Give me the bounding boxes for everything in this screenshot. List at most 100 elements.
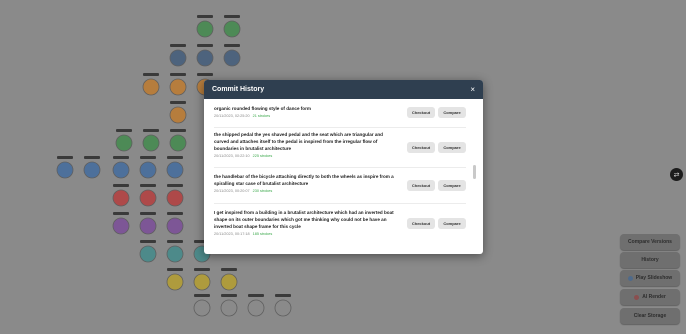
node-label (167, 156, 183, 159)
checkout-button[interactable]: Checkout (407, 107, 435, 118)
compare-button[interactable]: Compare (438, 107, 466, 118)
compare-button[interactable]: Compare (438, 218, 466, 229)
graph-node[interactable] (196, 20, 214, 38)
ai-render-label: AI Render (642, 294, 666, 300)
graph-node[interactable] (112, 217, 130, 235)
graph-node[interactable] (166, 217, 184, 235)
graph-node[interactable] (274, 299, 292, 317)
node-label (197, 44, 213, 47)
graph-node[interactable] (166, 161, 184, 179)
graph-node[interactable] (169, 134, 187, 152)
graph-node[interactable] (166, 273, 184, 291)
node-label (140, 156, 156, 159)
node-label (113, 156, 129, 159)
graph-node[interactable] (139, 217, 157, 235)
sparkle-icon (634, 294, 640, 300)
node-label (197, 73, 213, 76)
checkout-button[interactable]: Checkout (407, 142, 435, 153)
checkout-button[interactable]: Checkout (407, 218, 435, 229)
commit-actions: Checkout Compare (407, 142, 466, 153)
commit-list[interactable]: organic rounded flowing style of dance f… (204, 99, 483, 254)
node-label (221, 294, 237, 297)
graph-node[interactable] (139, 189, 157, 207)
close-icon[interactable]: × (470, 85, 475, 94)
graph-node[interactable] (193, 299, 211, 317)
node-label (140, 212, 156, 215)
ai-render-button[interactable]: AI Render (620, 289, 680, 305)
play-icon (627, 275, 633, 281)
node-label (221, 268, 237, 271)
history-button[interactable]: History (620, 252, 680, 268)
compare-button[interactable]: Compare (438, 180, 466, 191)
commit-meta: 20/11/2023, 00:17:18 185 strokes (214, 232, 466, 236)
node-label (194, 268, 210, 271)
commit-timestamp: 20/11/2023, 00:20:07 (214, 189, 250, 193)
commit-item: the handlebar of the bicycle attaching d… (214, 173, 466, 204)
commit-message: I get inspired from a building in a brut… (214, 210, 394, 229)
graph-node[interactable] (139, 161, 157, 179)
graph-node[interactable] (247, 299, 265, 317)
commit-strokes: 225 strokes (252, 154, 273, 158)
commit-message: the shipped pedal the yes shaved pedal a… (214, 132, 383, 151)
clear-storage-button[interactable]: Clear Storage (620, 308, 680, 324)
graph-node[interactable] (112, 189, 130, 207)
graph-node[interactable] (169, 106, 187, 124)
graph-node[interactable] (196, 49, 214, 67)
node-label (140, 240, 156, 243)
node-label (170, 73, 186, 76)
node-label (224, 44, 240, 47)
node-label (248, 294, 264, 297)
node-label (143, 129, 159, 132)
node-label (275, 294, 291, 297)
graph-node[interactable] (142, 78, 160, 96)
graph-node[interactable] (139, 245, 157, 263)
graph-node[interactable] (115, 134, 133, 152)
graph-node[interactable] (223, 20, 241, 38)
node-label (170, 129, 186, 132)
checkout-button[interactable]: Checkout (407, 180, 435, 191)
history-label: History (641, 257, 659, 263)
commit-timestamp: 20/11/2023, 00:17:18 (214, 232, 250, 236)
node-label (194, 294, 210, 297)
node-label (57, 156, 73, 159)
graph-node[interactable] (169, 49, 187, 67)
graph-node[interactable] (83, 161, 101, 179)
compare-versions-button[interactable]: Compare Versions (620, 234, 680, 250)
node-label (170, 101, 186, 104)
node-label (140, 184, 156, 187)
graph-node[interactable] (220, 273, 238, 291)
node-label (197, 15, 213, 18)
compare-button[interactable]: Compare (438, 142, 466, 153)
modal-header: Commit History × (204, 80, 483, 99)
panel-toggle-icon[interactable]: ⇄ (670, 168, 683, 181)
commit-item: organic rounded flowing style of dance f… (214, 105, 466, 128)
compare-versions-label: Compare Versions (628, 239, 672, 245)
commit-strokes: 21 strokes (252, 114, 271, 118)
commit-message: the handlebar of the bicycle attaching d… (214, 174, 394, 186)
commit-message: organic rounded flowing style of dance f… (214, 106, 311, 111)
commit-timestamp: 20/11/2023, 02:25:20 (214, 114, 250, 118)
graph-node[interactable] (166, 189, 184, 207)
commit-actions: Checkout Compare (407, 107, 466, 118)
graph-node[interactable] (112, 161, 130, 179)
play-slideshow-button[interactable]: Play Slideshow (620, 270, 680, 286)
node-label (167, 240, 183, 243)
graph-node[interactable] (142, 134, 160, 152)
commit-actions: Checkout Compare (407, 180, 466, 191)
node-label (143, 73, 159, 76)
graph-node[interactable] (223, 49, 241, 67)
node-label (84, 156, 100, 159)
graph-node[interactable] (220, 299, 238, 317)
graph-node[interactable] (193, 273, 211, 291)
scrollbar-thumb[interactable] (473, 165, 476, 179)
graph-node[interactable] (166, 245, 184, 263)
node-label (167, 184, 183, 187)
node-label (113, 212, 129, 215)
node-label (167, 268, 183, 271)
graph-node[interactable] (56, 161, 74, 179)
play-slideshow-label: Play Slideshow (635, 275, 673, 281)
graph-node[interactable] (169, 78, 187, 96)
modal-title: Commit History (212, 86, 265, 93)
commit-item: I get inspired from a building in a brut… (214, 209, 466, 245)
commit-strokes: 230 strokes (252, 189, 273, 193)
